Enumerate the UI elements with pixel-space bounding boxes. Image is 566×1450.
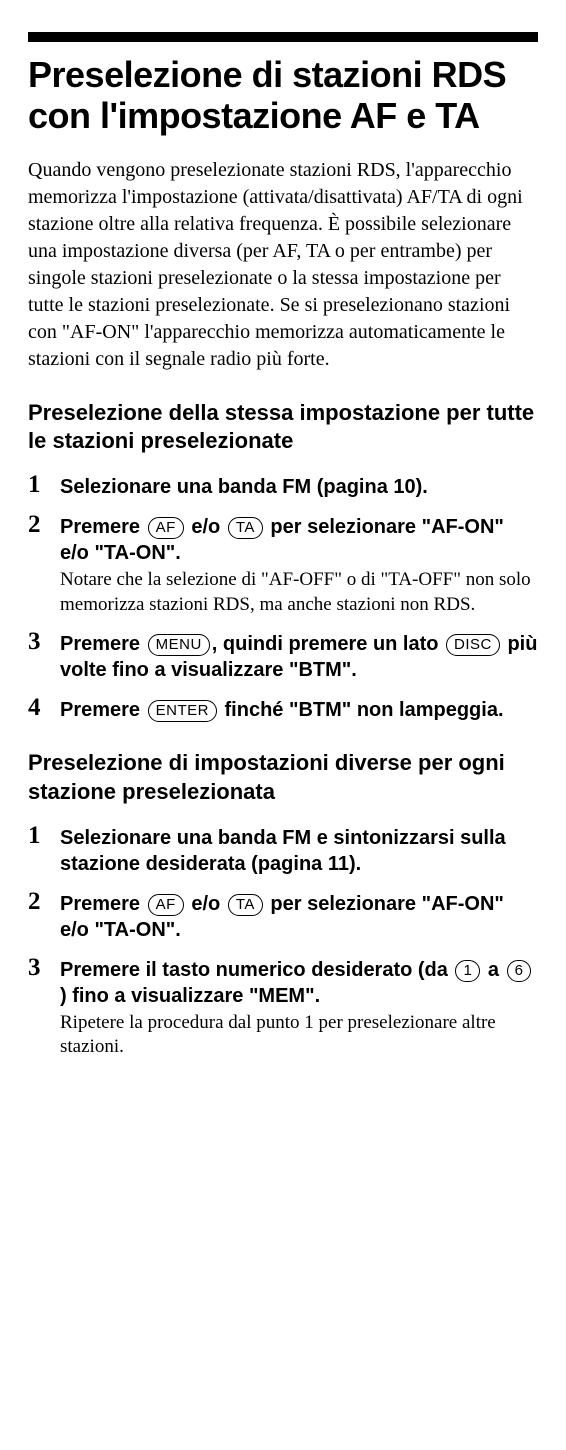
step-instruction: Premere il tasto numerico desiderato (da… xyxy=(60,957,538,1009)
step-item: Selezionare una banda FM (pagina 10). xyxy=(28,474,538,500)
step-instruction: Premere AF e/o TA per selezionare "AF-ON… xyxy=(60,891,538,943)
key-label: TA xyxy=(228,894,263,916)
step-item: Selezionare una banda FM e sintonizzarsi… xyxy=(28,825,538,877)
step-item: Premere ENTER finché "BTM" non lampeggia… xyxy=(28,697,538,723)
step-text-part: a xyxy=(482,959,504,981)
key-label: AF xyxy=(148,894,184,916)
step-text-part: , quindi premere un lato xyxy=(212,633,444,655)
step-note: Notare che la selezione di "AF-OFF" o di… xyxy=(60,568,538,617)
step-text-part: finché "BTM" non lampeggia. xyxy=(219,699,504,721)
key-label: 1 xyxy=(455,960,480,982)
key-label: ENTER xyxy=(148,700,217,722)
section-b-steps: Selezionare una banda FM e sintonizzarsi… xyxy=(28,825,538,1060)
step-text-part: e/o xyxy=(186,893,226,915)
intro-paragraph: Quando vengono preselezionate stazioni R… xyxy=(28,157,538,373)
key-label: DISC xyxy=(446,634,500,656)
key-label: AF xyxy=(148,517,184,539)
step-instruction: Selezionare una banda FM e sintonizzarsi… xyxy=(60,825,538,877)
step-item: Premere MENU, quindi premere un lato DIS… xyxy=(28,631,538,683)
page-content: Preselezione di stazioni RDS con l'impos… xyxy=(0,0,566,1114)
section-a-steps: Selezionare una banda FM (pagina 10). Pr… xyxy=(28,474,538,723)
step-item: Premere il tasto numerico desiderato (da… xyxy=(28,957,538,1060)
key-label: 6 xyxy=(507,960,532,982)
step-text-part: Premere il tasto numerico desiderato (da xyxy=(60,959,453,981)
section-b-heading: Preselezione di impostazioni diverse per… xyxy=(28,749,538,806)
step-note: Ripetere la procedura dal punto 1 per pr… xyxy=(60,1011,538,1060)
step-text-part: Premere xyxy=(60,699,146,721)
section-a-heading: Preselezione della stessa impostazione p… xyxy=(28,399,538,456)
step-item: Premere AF e/o TA per selezionare "AF-ON… xyxy=(28,891,538,943)
section-rule xyxy=(28,32,538,42)
step-instruction: Premere AF e/o TA per selezionare "AF-ON… xyxy=(60,514,538,566)
page-title: Preselezione di stazioni RDS con l'impos… xyxy=(28,54,538,137)
step-text-part: ) fino a visualizzare "MEM". xyxy=(60,985,320,1007)
step-instruction: Selezionare una banda FM (pagina 10). xyxy=(60,474,538,500)
step-text-part: Premere xyxy=(60,893,146,915)
key-label: MENU xyxy=(148,634,210,656)
step-text-part: Premere xyxy=(60,516,146,538)
step-text-part: Premere xyxy=(60,633,146,655)
step-item: Premere AF e/o TA per selezionare "AF-ON… xyxy=(28,514,538,617)
step-instruction: Premere ENTER finché "BTM" non lampeggia… xyxy=(60,697,538,723)
key-label: TA xyxy=(228,517,263,539)
step-text-part: e/o xyxy=(186,516,226,538)
step-instruction: Premere MENU, quindi premere un lato DIS… xyxy=(60,631,538,683)
